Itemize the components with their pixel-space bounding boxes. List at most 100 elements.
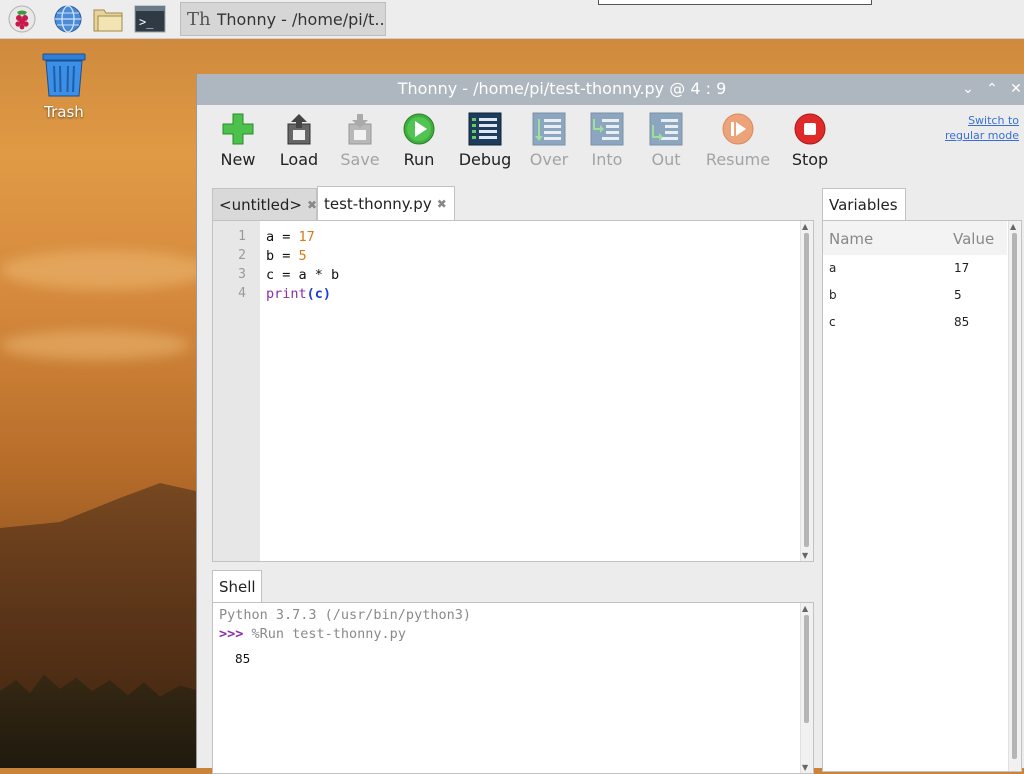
file-manager-icon[interactable]	[92, 3, 124, 35]
line-number: 4	[238, 286, 246, 301]
run-button[interactable]: Run	[386, 110, 452, 169]
window-titlebar[interactable]: Thonny - /home/pi/test-thonny.py @ 4 : 9…	[197, 74, 1024, 105]
tab-shell[interactable]: Shell	[212, 570, 262, 602]
plus-icon	[222, 113, 254, 145]
trash-label: Trash	[44, 103, 84, 121]
value-column-header[interactable]: Value	[953, 230, 994, 248]
line-number-gutter: 1 2 3 4	[213, 221, 260, 561]
background-cloud	[0, 330, 190, 360]
load-icon	[287, 114, 311, 145]
code-editor[interactable]: 1 2 3 4 a = 17 b = 5 c = a * b print(c) …	[212, 220, 814, 562]
line-number: 3	[238, 267, 246, 282]
shell-panel[interactable]: Python 3.7.3 (/usr/bin/python3) >>> %Run…	[212, 602, 814, 774]
code-text: a =	[266, 229, 299, 245]
code-line[interactable]: a = 17	[266, 229, 315, 245]
close-tab-icon[interactable]: ✖	[307, 198, 317, 212]
taskbar: >_ Th Thonny - /home/pi/t...	[0, 0, 1024, 39]
terminal-icon[interactable]: >_	[134, 3, 166, 35]
scroll-up-icon[interactable]: ▲	[802, 604, 808, 613]
resume-icon	[722, 113, 754, 145]
switch-link-line1: Switch to	[968, 114, 1019, 127]
maximize-icon[interactable]: ⌃	[983, 81, 1001, 97]
run-label: Run	[403, 150, 435, 169]
code-number: 17	[298, 229, 315, 245]
variable-row[interactable]: a 17	[823, 255, 1007, 282]
scrollbar-thumb[interactable]	[804, 615, 809, 723]
save-icon	[348, 114, 372, 145]
taskbar-popup-edge	[598, 0, 872, 5]
code-text: c	[314, 286, 323, 302]
variable-row[interactable]: c 85	[823, 309, 1007, 336]
background-cloud	[0, 250, 210, 290]
variable-name: a	[829, 261, 837, 275]
variables-tab-label: Variables	[829, 195, 898, 214]
scrollbar-thumb[interactable]	[1012, 233, 1017, 759]
tab-untitled-label: <untitled>	[219, 195, 302, 214]
step-over-icon	[532, 112, 566, 146]
stop-label: Stop	[791, 150, 829, 169]
trash-icon[interactable]	[40, 52, 88, 102]
variable-row[interactable]: b 5	[823, 282, 1007, 309]
shell-tab-label: Shell	[219, 577, 256, 596]
tab-variables[interactable]: Variables	[822, 188, 906, 220]
taskbar-thonny-task[interactable]: Th Thonny - /home/pi/t...	[180, 2, 386, 36]
variable-name: c	[829, 315, 836, 329]
code-text: c = a * b	[266, 267, 340, 283]
switch-to-regular-mode-link[interactable]: Switch to regular mode	[945, 113, 1019, 143]
taskbar-task-label: Thonny - /home/pi/t...	[216, 9, 385, 29]
variables-header: Name Value	[823, 221, 1007, 255]
variable-value: 5	[954, 288, 962, 302]
shell-prompt: >>>	[219, 626, 252, 642]
code-line[interactable]: b = 5	[266, 248, 307, 264]
scroll-down-icon[interactable]: ▼	[802, 551, 808, 560]
minimize-icon[interactable]: ⌄	[959, 81, 977, 97]
variable-name: b	[829, 288, 837, 302]
load-button[interactable]: Load	[266, 110, 332, 169]
shell-scrollbar[interactable]: ▲ ▼	[800, 603, 813, 773]
web-browser-icon[interactable]	[52, 3, 84, 35]
new-button[interactable]: New	[205, 110, 271, 169]
step-into-button[interactable]: Into	[574, 110, 640, 169]
close-tab-icon[interactable]: ✖	[437, 197, 447, 211]
stop-button[interactable]: Stop	[777, 110, 843, 169]
debug-button[interactable]: Debug	[452, 110, 518, 169]
step-into-label: Into	[591, 150, 623, 169]
save-label: Save	[340, 150, 380, 169]
shell-banner: Python 3.7.3 (/usr/bin/python3)	[219, 607, 471, 623]
editor-scrollbar[interactable]: ▲ ▼	[800, 221, 813, 561]
code-line[interactable]: c = a * b	[266, 267, 339, 283]
code-text: b =	[266, 248, 299, 264]
new-label: New	[220, 150, 256, 169]
shell-command-line: >>> %Run test-thonny.py	[219, 626, 406, 642]
svg-text:>_: >_	[139, 15, 154, 29]
step-over-label: Over	[529, 150, 569, 169]
code-number: 5	[298, 248, 307, 264]
line-number: 2	[238, 248, 246, 263]
debug-icon	[468, 112, 502, 146]
scrollbar-thumb[interactable]	[804, 233, 809, 547]
scroll-up-icon[interactable]: ▲	[802, 222, 808, 231]
code-paren: (	[306, 286, 315, 302]
code-paren: )	[322, 286, 332, 302]
window-title: Thonny - /home/pi/test-thonny.py @ 4 : 9	[397, 79, 727, 98]
scroll-up-icon[interactable]: ▲	[1010, 222, 1016, 231]
variables-scrollbar[interactable]: ▲	[1008, 221, 1021, 771]
tab-untitled[interactable]: <untitled> ✖	[212, 188, 317, 220]
code-line[interactable]: print(c)	[266, 286, 331, 302]
stop-icon	[794, 113, 826, 145]
raspberry-menu-icon[interactable]	[6, 3, 38, 35]
step-out-label: Out	[651, 150, 681, 169]
code-keyword: print	[266, 286, 307, 302]
save-button[interactable]: Save	[327, 110, 393, 169]
step-over-button[interactable]: Over	[516, 110, 582, 169]
name-column-header[interactable]: Name	[829, 230, 873, 248]
tab-test-thonny[interactable]: test-thonny.py ✖	[317, 186, 455, 221]
resume-button[interactable]: Resume	[705, 110, 771, 169]
line-number: 1	[238, 229, 246, 244]
debug-label: Debug	[458, 150, 512, 169]
step-out-icon	[649, 112, 683, 146]
close-icon[interactable]: ✕	[1007, 81, 1024, 97]
variable-value: 85	[954, 315, 970, 329]
shell-output: 85	[235, 652, 251, 666]
step-out-button[interactable]: Out	[633, 110, 699, 169]
